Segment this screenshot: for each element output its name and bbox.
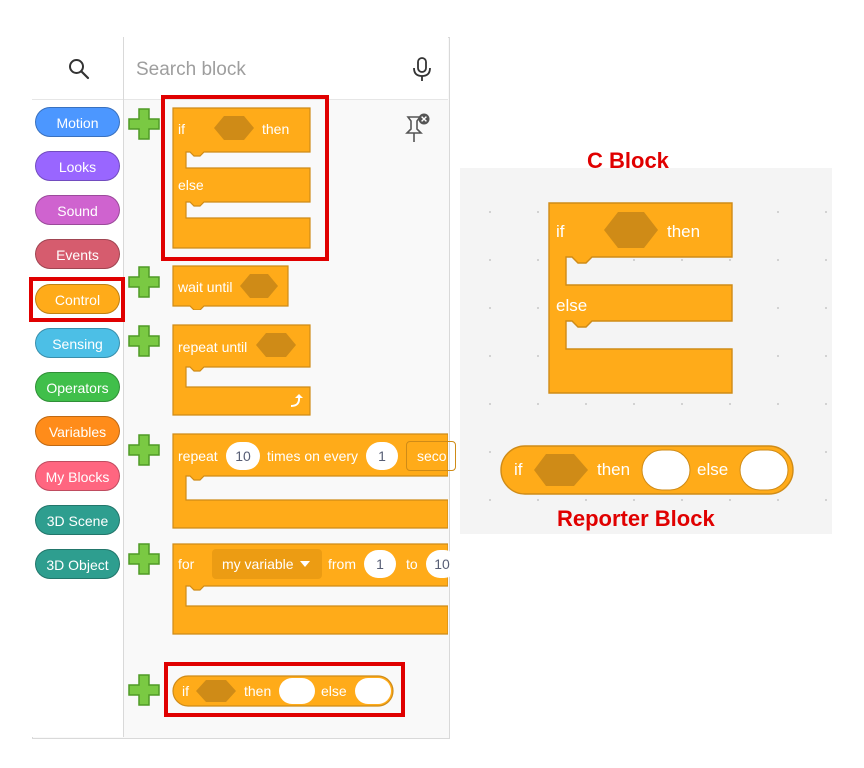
pin-icon[interactable] bbox=[402, 111, 432, 145]
reporter-block-example: if then else bbox=[500, 445, 794, 495]
reporter-block-title: Reporter Block bbox=[557, 506, 715, 531]
control-highlight bbox=[29, 277, 125, 322]
for-label: for bbox=[178, 556, 195, 572]
variable-dropdown[interactable]: my variable bbox=[212, 549, 322, 579]
time-unit-label: seco bbox=[417, 448, 447, 464]
time-unit-dropdown[interactable]: seco bbox=[406, 441, 456, 471]
search-bar: Search block bbox=[124, 37, 448, 100]
to-value-input[interactable]: 10 bbox=[426, 550, 458, 578]
add-if-else-plus-icon[interactable] bbox=[127, 107, 161, 141]
category-sensing[interactable]: Sensing bbox=[35, 328, 120, 358]
repeat-label: repeat bbox=[178, 448, 218, 464]
add-wait-until-plus-icon[interactable] bbox=[127, 265, 161, 299]
from-label: from bbox=[328, 556, 356, 572]
search-icon-cell[interactable] bbox=[32, 37, 123, 100]
wait-until-label: wait until bbox=[178, 279, 233, 295]
c-block-highlight bbox=[161, 95, 329, 261]
times-on-every-label: times on every bbox=[267, 448, 359, 464]
repeat-until-block[interactable]: repeat until bbox=[170, 323, 314, 419]
c-example-then-label: then bbox=[667, 222, 701, 241]
chevron-down-icon bbox=[300, 561, 310, 567]
wait-until-block[interactable]: wait until bbox=[170, 264, 292, 311]
microphone-icon[interactable] bbox=[412, 57, 432, 83]
c-block-title: C Block bbox=[587, 148, 669, 173]
c-block-example: if then else bbox=[546, 201, 736, 397]
category-3d-object[interactable]: 3D Object bbox=[35, 549, 120, 579]
repeat-interval-input[interactable]: 1 bbox=[366, 442, 398, 470]
add-for-plus-icon[interactable] bbox=[127, 542, 161, 576]
c-example-else-label: else bbox=[556, 296, 588, 315]
repeat-count-input[interactable]: 10 bbox=[226, 442, 260, 470]
add-repeat-plus-icon[interactable] bbox=[127, 433, 161, 467]
category-looks[interactable]: Looks bbox=[35, 151, 120, 181]
loop-arrow-icon bbox=[290, 394, 303, 407]
reporter-example-then-label: then bbox=[597, 460, 631, 479]
variable-dropdown-label: my variable bbox=[222, 556, 294, 572]
for-block[interactable]: for my variable from 1 to 10 bbox=[170, 542, 458, 638]
reporter-example-if-label: if bbox=[514, 460, 523, 479]
search-icon[interactable] bbox=[67, 57, 91, 81]
repeat-until-label: repeat until bbox=[178, 339, 248, 355]
to-label: to bbox=[406, 556, 418, 572]
add-reporter-if-plus-icon[interactable] bbox=[127, 673, 161, 707]
category-variables[interactable]: Variables bbox=[35, 416, 120, 446]
category-sound[interactable]: Sound bbox=[35, 195, 120, 225]
category-my-blocks[interactable]: My Blocks bbox=[35, 461, 120, 491]
search-input[interactable]: Search block bbox=[136, 59, 246, 81]
category-motion[interactable]: Motion bbox=[35, 107, 120, 137]
category-operators[interactable]: Operators bbox=[35, 372, 120, 402]
reporter-example-else-label: else bbox=[697, 460, 729, 479]
category-3d-scene[interactable]: 3D Scene bbox=[35, 505, 120, 535]
from-value-input[interactable]: 1 bbox=[364, 550, 396, 578]
reporter-highlight bbox=[164, 662, 405, 717]
category-events[interactable]: Events bbox=[35, 239, 120, 269]
c-example-if-label: if bbox=[556, 222, 565, 241]
repeat-every-block[interactable]: repeat 10 times on every 1 seco bbox=[170, 432, 456, 532]
add-repeat-until-plus-icon[interactable] bbox=[127, 324, 161, 358]
